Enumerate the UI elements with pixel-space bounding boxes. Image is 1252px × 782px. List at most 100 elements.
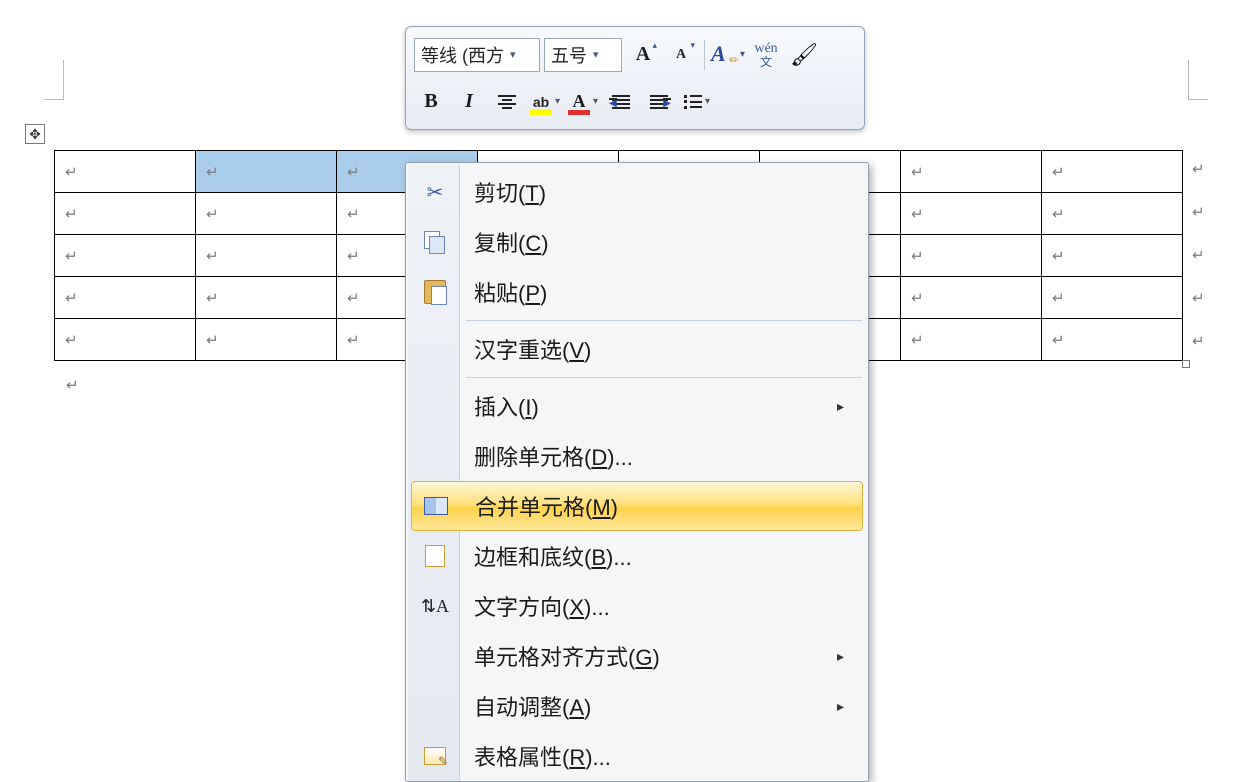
table-cell[interactable]: ↵	[1042, 235, 1183, 277]
cell-paragraph-mark: ↵	[1052, 248, 1065, 265]
table-cell[interactable]: ↵	[901, 277, 1042, 319]
table-cell[interactable]: ↵	[196, 319, 337, 361]
border-icon	[420, 541, 450, 571]
table-cell[interactable]: ↵	[55, 319, 196, 361]
cell-paragraph-mark: ↵	[1052, 164, 1065, 181]
font-size-combo[interactable]: 五号 ▾	[544, 38, 622, 72]
blank-icon	[420, 641, 450, 671]
menu-item-label: 粘贴(P)	[474, 276, 547, 308]
menu-item-label: 自动调整(A)	[474, 690, 591, 722]
paste-icon	[420, 277, 450, 307]
bullet-list-button[interactable]: ▾	[680, 85, 714, 119]
menu-item[interactable]: 边框和底纹(B)...	[408, 531, 866, 581]
cell-paragraph-mark: ↵	[347, 206, 360, 223]
font-color-icon: A	[568, 91, 590, 113]
font-name-combo[interactable]: 等线 (西方▾	[414, 38, 540, 72]
menu-item-label: 表格属性(R)...	[474, 740, 611, 772]
format-painter-button[interactable]: 🖌	[787, 38, 821, 72]
menu-item[interactable]: 插入(I) ▸	[408, 381, 866, 431]
cell-paragraph-mark: ↵	[65, 290, 78, 307]
table-cell[interactable]: ↵	[901, 151, 1042, 193]
menu-item[interactable]: 粘贴(P)	[408, 267, 866, 317]
menu-item[interactable]: 合并单元格(M)	[411, 481, 863, 531]
context-menu: 剪切(T)复制(C) 粘贴(P) 汉字重选(V) 插入(I) ▸ 删除单元格(D)... 合…	[405, 162, 869, 782]
italic-button[interactable]: I	[452, 85, 486, 119]
merge-icon	[421, 491, 451, 521]
row-end-mark: ↵	[1192, 332, 1205, 350]
blank-icon	[420, 691, 450, 721]
submenu-arrow-icon: ▸	[837, 698, 844, 715]
increase-indent-icon: ▶	[650, 95, 668, 109]
submenu-arrow-icon: ▸	[837, 648, 844, 665]
menu-item-label: 删除单元格(D)...	[474, 440, 633, 472]
table-cell[interactable]: ↵	[196, 235, 337, 277]
align-center-button[interactable]	[490, 85, 524, 119]
char-style-button[interactable]: A✏ ▾	[711, 38, 745, 72]
cell-paragraph-mark: ↵	[206, 290, 219, 307]
cell-paragraph-mark: ↵	[347, 248, 360, 265]
menu-item[interactable]: 自动调整(A) ▸	[408, 681, 866, 731]
table-cell[interactable]: ↵	[196, 151, 337, 193]
increase-indent-button[interactable]: ▶	[642, 85, 676, 119]
table-cell[interactable]: ↵	[1042, 277, 1183, 319]
table-cell[interactable]: ↵	[1042, 193, 1183, 235]
menu-item[interactable]: 删除单元格(D)...	[408, 431, 866, 481]
font-color-button[interactable]: A ▾	[566, 85, 600, 119]
blank-icon	[420, 391, 450, 421]
cell-paragraph-mark: ↵	[206, 164, 219, 181]
menu-item[interactable]: 剪切(T)	[408, 167, 866, 217]
highlight-button[interactable]: ab ▾	[528, 85, 562, 119]
decrease-indent-button[interactable]: ◀	[604, 85, 638, 119]
row-end-mark: ↵	[1192, 203, 1205, 221]
paragraph-mark: ↵	[66, 376, 79, 394]
row-end-mark: ↵	[1192, 289, 1205, 307]
table-cell[interactable]: ↵	[55, 151, 196, 193]
table-cell[interactable]: ↵	[901, 193, 1042, 235]
table-cell[interactable]: ↵	[55, 235, 196, 277]
menu-item[interactable]: 汉字重选(V)	[408, 324, 866, 374]
dropdown-icon: ▾	[705, 96, 710, 107]
menu-item[interactable]: 单元格对齐方式(G)▸	[408, 631, 866, 681]
menu-item-label: 插入(I)	[474, 390, 539, 422]
align-center-icon	[498, 95, 516, 109]
dropdown-icon: ▾	[740, 49, 745, 60]
cell-paragraph-mark: ↵	[347, 332, 360, 349]
shrink-font-button[interactable]: A	[664, 38, 698, 72]
cell-paragraph-mark: ↵	[206, 248, 219, 265]
table-cell[interactable]: ↵	[55, 193, 196, 235]
table-cell[interactable]: ↵	[901, 235, 1042, 277]
menu-separator	[466, 320, 862, 321]
grow-font-icon: A	[636, 43, 650, 66]
menu-item-label: 边框和底纹(B)...	[474, 540, 632, 572]
menu-item[interactable]: 复制(C)	[408, 217, 866, 267]
submenu-arrow-icon: ▸	[837, 398, 844, 415]
menu-separator	[466, 377, 862, 378]
font-size-value: 五号	[551, 42, 587, 68]
dir-icon: ⇅A	[420, 591, 450, 621]
table-cell[interactable]: ↵	[196, 193, 337, 235]
italic-icon: I	[465, 90, 473, 113]
table-cell[interactable]: ↵	[1042, 151, 1183, 193]
menu-item-label: 汉字重选(V)	[474, 333, 591, 365]
cell-paragraph-mark: ↵	[65, 206, 78, 223]
cell-paragraph-mark: ↵	[206, 206, 219, 223]
table-cell[interactable]: ↵	[1042, 319, 1183, 361]
row-end-mark: ↵	[1192, 160, 1205, 178]
table-cell[interactable]: ↵	[196, 277, 337, 319]
table-cell[interactable]: ↵	[55, 277, 196, 319]
row-end-mark: ↵	[1192, 246, 1205, 264]
menu-item-label: 文字方向(X)...	[474, 590, 610, 622]
dropdown-icon: ▾	[510, 48, 516, 61]
grow-font-button[interactable]: A	[626, 38, 660, 72]
cell-paragraph-mark: ↵	[911, 248, 924, 265]
menu-item[interactable]: ⇅A 文字方向(X)...	[408, 581, 866, 631]
table-resize-handle[interactable]	[1182, 360, 1190, 368]
dropdown-icon: ▾	[593, 48, 599, 61]
table-move-handle[interactable]: ✥	[25, 124, 45, 144]
cell-paragraph-mark: ↵	[911, 290, 924, 307]
menu-item[interactable]: 表格属性(R)...	[408, 731, 866, 781]
phonetic-guide-button[interactable]: wén文	[749, 38, 783, 72]
table-cell[interactable]: ↵	[901, 319, 1042, 361]
cell-paragraph-mark: ↵	[65, 332, 78, 349]
bold-button[interactable]: B	[414, 85, 448, 119]
